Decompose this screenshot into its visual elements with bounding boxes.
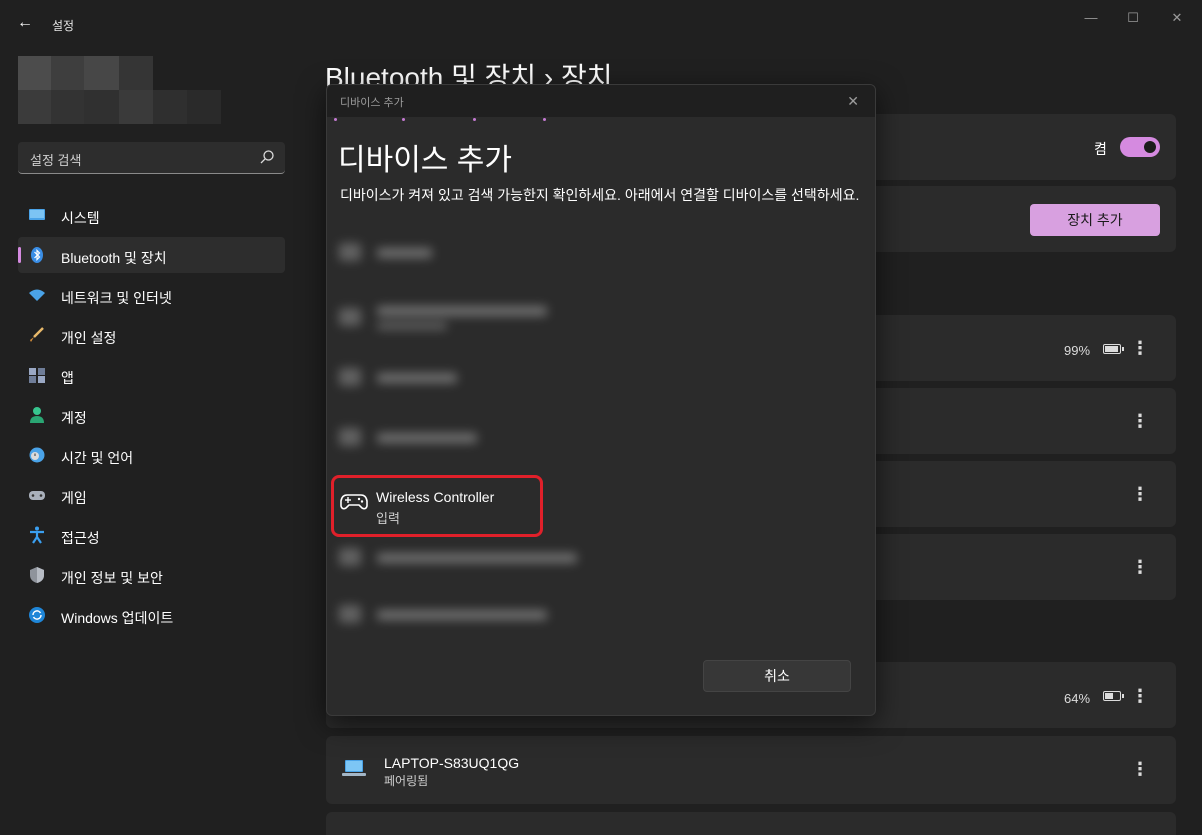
bluetooth-toggle[interactable]: [1120, 137, 1160, 157]
user-profile-blurred: [18, 56, 223, 126]
sidebar-item-privacy[interactable]: 개인 정보 및 보안: [18, 557, 285, 593]
title-bar: ← 설정 — ☐ ✕: [0, 0, 1202, 48]
sidebar-item-accounts[interactable]: 계정: [18, 397, 285, 433]
sidebar-item-label: 시스템: [61, 210, 100, 226]
sidebar-item-gaming[interactable]: 게임: [18, 477, 285, 513]
bluetooth-toggle-label: 켬: [1094, 141, 1107, 157]
device-name: Wireless Controller: [376, 489, 495, 505]
battery-icon: [1103, 344, 1124, 354]
search-icon[interactable]: [259, 149, 275, 165]
sidebar-item-label: 앱: [61, 370, 74, 386]
more-options-icon[interactable]: ⋮: [1130, 485, 1150, 505]
app-title: 설정: [52, 19, 75, 33]
cancel-button[interactable]: 취소: [703, 660, 851, 692]
laptop-name: LAPTOP-S83UQ1QG: [384, 755, 520, 771]
back-arrow-icon[interactable]: ←: [14, 12, 36, 34]
minimize-icon[interactable]: —: [1076, 8, 1106, 28]
add-device-dialog: 디바이스 추가 ✕ 디바이스 추가 디바이스가 켜져 있고 검색 가능한지 확인…: [326, 84, 876, 716]
search-placeholder: 설정 검색: [30, 153, 82, 168]
sidebar-item-label: Bluetooth 및 장치: [61, 250, 167, 266]
apps-icon: [29, 368, 45, 383]
device-card[interactable]: [326, 812, 1176, 835]
account-icon: [30, 407, 44, 423]
sidebar-item-label: 접근성: [61, 530, 100, 546]
toggle-knob: [1144, 141, 1156, 153]
maximize-icon[interactable]: ☐: [1118, 8, 1148, 28]
brush-icon: [30, 327, 44, 342]
more-options-icon[interactable]: ⋮: [1130, 339, 1150, 359]
device-type: 입력: [376, 511, 400, 526]
sidebar-item-apps[interactable]: 앱: [18, 357, 285, 393]
more-options-icon[interactable]: ⋮: [1130, 687, 1150, 707]
battery-icon: [1103, 691, 1124, 701]
blurred-device-item[interactable]: [337, 235, 597, 275]
settings-search-box[interactable]: 설정 검색: [18, 142, 285, 174]
blurred-device-item[interactable]: [337, 360, 597, 400]
sidebar-item-label: 시간 및 언어: [61, 450, 134, 466]
selection-indicator: [18, 247, 21, 263]
sidebar-item-label: 개인 설정: [61, 330, 117, 346]
sidebar-item-bluetooth[interactable]: Bluetooth 및 장치: [18, 237, 285, 273]
sidebar-item-accessibility[interactable]: 접근성: [18, 517, 285, 553]
battery-percent: 64%: [1064, 691, 1091, 706]
more-options-icon[interactable]: ⋮: [1130, 412, 1150, 432]
searching-progress-dots: [327, 117, 875, 121]
sidebar-item-system[interactable]: 시스템: [18, 197, 285, 233]
sidebar-item-label: 게임: [61, 490, 87, 506]
dialog-caption: 디바이스 추가: [340, 97, 404, 109]
gamepad-icon: [340, 494, 368, 510]
system-icon: [29, 209, 45, 220]
shield-icon: [30, 567, 44, 583]
more-options-icon[interactable]: ⋮: [1130, 558, 1150, 578]
sidebar-item-network[interactable]: 네트워크 및 인터넷: [18, 277, 285, 313]
update-icon: [29, 607, 45, 623]
time-language-icon: [29, 447, 45, 463]
sidebar-item-label: 네트워크 및 인터넷: [61, 290, 172, 306]
wifi-icon: [29, 289, 45, 301]
sidebar-item-label: 계정: [61, 410, 87, 426]
sidebar-item-windows-update[interactable]: Windows 업데이트: [18, 597, 285, 633]
sidebar-item-time-language[interactable]: 시간 및 언어: [18, 437, 285, 473]
accessibility-icon: [30, 526, 44, 544]
laptop-icon: [342, 760, 366, 776]
gaming-icon: [29, 491, 45, 500]
more-options-icon[interactable]: ⋮: [1130, 760, 1150, 780]
blurred-device-item[interactable]: [337, 597, 597, 637]
blurred-device-item[interactable]: [337, 300, 597, 340]
sidebar-item-personalization[interactable]: 개인 설정: [18, 317, 285, 353]
blurred-device-item[interactable]: [337, 540, 597, 580]
laptop-status: 페어링됨: [384, 774, 429, 788]
dialog-title-bar: 디바이스 추가 ✕: [327, 85, 875, 117]
wireless-controller-item[interactable]: Wireless Controller 입력: [331, 475, 543, 537]
battery-percent: 99%: [1064, 343, 1091, 358]
bluetooth-icon: [31, 247, 43, 263]
sidebar-item-label: 개인 정보 및 보안: [61, 570, 163, 586]
close-icon[interactable]: ✕: [1162, 8, 1192, 28]
add-device-button[interactable]: 장치 추가: [1030, 204, 1160, 236]
sidebar-item-label: Windows 업데이트: [61, 610, 174, 626]
dialog-heading: 디바이스 추가: [338, 144, 512, 177]
blurred-device-item[interactable]: [337, 420, 597, 460]
dialog-description: 디바이스가 켜져 있고 검색 가능한지 확인하세요. 아래에서 연결할 디바이스…: [340, 187, 860, 203]
close-icon[interactable]: ✕: [847, 93, 859, 110]
